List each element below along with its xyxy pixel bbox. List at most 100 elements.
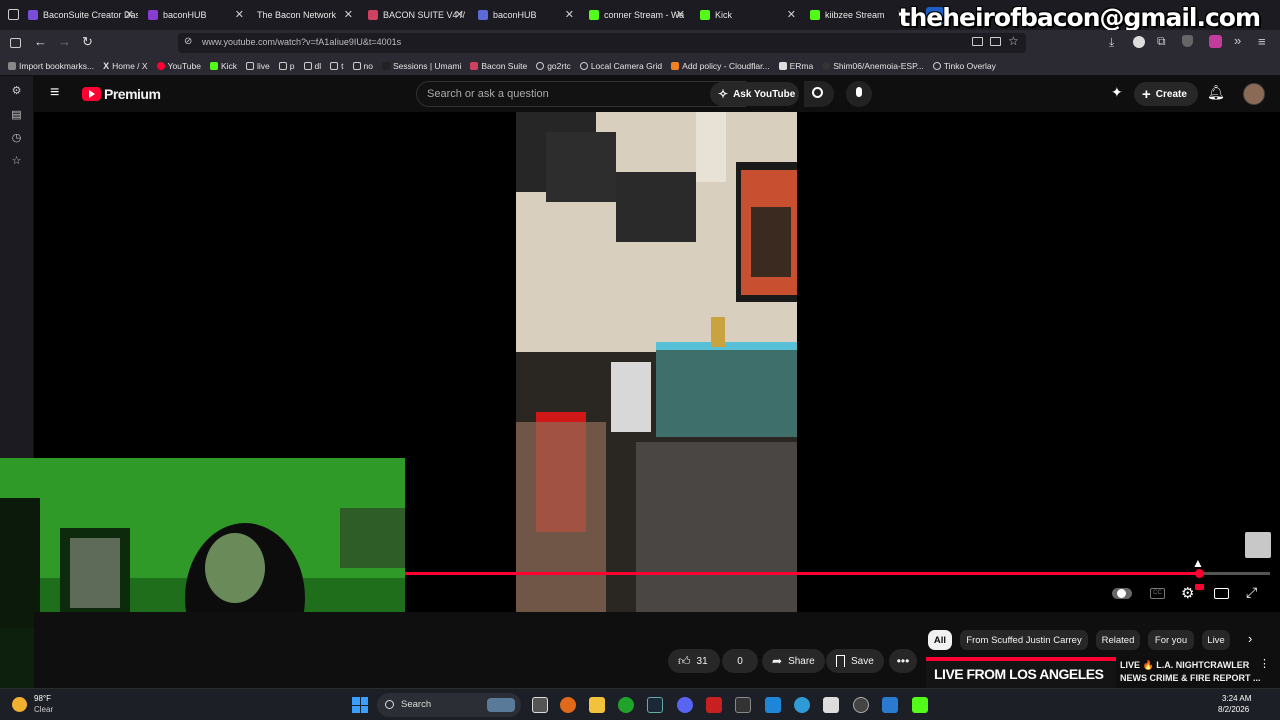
taskbar-search[interactable]: Search [377,693,521,717]
bookmark-item[interactable]: Tinko Overlay [932,61,996,71]
file-explorer-icon[interactable] [589,697,605,713]
reload-icon[interactable]: ↻ [82,34,93,50]
chip-for-you[interactable]: For you [1148,630,1194,650]
red-app-icon[interactable] [706,697,722,713]
theater-mode-icon[interactable] [1214,588,1229,599]
bookmark-folder[interactable]: no [352,61,373,71]
tab-2[interactable]: The Bacon Network ✕ [257,4,357,26]
like-button[interactable]: 👍︎ 31 [668,649,720,673]
bookmarks-icon[interactable]: ☆ [10,154,23,167]
tab-5[interactable]: conner Stream - Wa ✕ [589,4,689,26]
voice-search-button[interactable] [846,81,872,107]
recommendation-title[interactable]: LIVE 🔥 L.A. NIGHTCRAWLER NEWS CRIME & FI… [1120,659,1261,685]
close-icon[interactable]: ✕ [455,8,464,21]
recommendation-thumbnail[interactable]: LIVE FROM LOS ANGELES [926,657,1116,688]
back-icon[interactable]: ← [34,34,47,49]
recommendation-menu-icon[interactable]: ⋮ [1259,657,1270,670]
chip-all[interactable]: All [928,630,952,650]
github-desktop-icon[interactable] [853,697,869,713]
download-icon[interactable]: ⤓ [1109,35,1114,50]
edge-icon[interactable] [794,697,810,713]
history-icon[interactable]: ◷ [10,131,23,144]
close-icon[interactable]: ✕ [787,8,796,21]
chip-related[interactable]: Related [1096,630,1140,650]
bookmark-item[interactable]: ERma [778,61,813,71]
sync-tabs-icon[interactable]: ▤ [10,108,23,121]
bookmark-item[interactable]: go2rtc [536,61,571,71]
cast-icon[interactable]: ✦ [1111,84,1123,101]
bookmark-item[interactable]: Sessions | Umami [382,61,461,71]
search-button[interactable] [804,81,834,107]
vscode-icon[interactable] [765,697,781,713]
kick-app-icon[interactable] [912,697,928,713]
tab-6[interactable]: Kick ✕ [700,4,800,26]
chip-live[interactable]: Live [1202,630,1230,650]
tab-1[interactable]: baconHUB ✕ [148,4,248,26]
fullscreen-icon[interactable]: ⤢ [1246,584,1257,601]
tab-list-icon[interactable] [8,9,19,20]
windows-start-icon[interactable] [352,697,368,713]
url-text[interactable]: www.youtube.com/watch?v=fA1aIiue9IU&t=40… [202,37,401,47]
site-info-icon[interactable]: ⊘ [184,36,192,47]
bookmark-item[interactable]: Local Camera Grid [579,61,662,71]
bookmark-folder[interactable]: dl [303,61,321,71]
forward-icon[interactable]: → [58,34,71,49]
video-progress-played[interactable] [405,572,1200,575]
clock-time[interactable]: 3:24 AM [1222,694,1251,703]
settings-gear-icon[interactable]: ⚙ [1181,584,1194,602]
more-actions-button[interactable]: ••• [889,649,917,673]
tab-0[interactable]: BaconSuite Creator Dash ✕ [28,4,138,26]
bookmark-star-icon[interactable]: ☆ [1008,34,1019,48]
bookmark-item[interactable]: Kick [209,61,237,71]
steam-icon[interactable] [647,697,663,713]
xbox-icon[interactable] [618,697,634,713]
bookmark-item[interactable]: X Home / X [103,61,147,71]
discord-icon[interactable] [677,697,693,713]
bookmark-folder[interactable]: live [246,61,270,71]
notepad-icon[interactable] [823,697,839,713]
create-button[interactable]: + Create [1134,82,1198,106]
tab-4[interactable]: baconHUB ✕ [478,4,578,26]
bookmark-item[interactable]: YouTube [156,61,201,71]
bookmark-item[interactable]: Shim06/Anemoia-ESP... [822,61,924,71]
close-icon[interactable]: ✕ [125,8,134,21]
task-view-icon[interactable] [532,697,548,713]
ask-youtube-button[interactable]: ✧ Ask YouTube [710,82,799,106]
bookmark-item[interactable]: Bacon Suite [470,61,527,71]
url-bar[interactable]: ⊘ www.youtube.com/watch?v=fA1aIiue9IU&t=… [178,33,1026,53]
chip-next-chevron-icon[interactable]: › [1248,631,1252,646]
notifications-bell-icon[interactable]: 🔔︎ [1207,84,1225,101]
ai-chat-icon[interactable]: ⚙ [10,84,23,97]
shield-icon[interactable] [1182,35,1193,47]
picture-in-picture-icon[interactable] [972,37,983,46]
photos-icon[interactable] [882,697,898,713]
weather-moon-icon[interactable] [12,697,27,712]
profile-extension-icon[interactable] [1209,35,1222,48]
bookmark-folder[interactable]: t [330,61,344,71]
hamburger-menu-icon[interactable]: ≡ [50,84,59,102]
extensions-icon[interactable]: ⧉ [1157,34,1166,49]
overflow-chevron-icon[interactable]: » [1234,33,1241,48]
clock-date[interactable]: 8/2/2026 [1218,705,1249,714]
bookmark-folder[interactable]: p [278,61,295,71]
close-icon[interactable]: ✕ [344,8,353,21]
sidebar-toggle-icon[interactable] [10,38,21,48]
share-button[interactable]: ➦ Share [762,649,825,673]
close-icon[interactable]: ✕ [565,8,574,21]
tab-7[interactable]: kiibzee Stream ✕ [810,4,910,26]
close-icon[interactable]: ✕ [676,8,685,21]
bookmark-item[interactable]: Import bookmarks... [8,61,94,71]
reader-view-icon[interactable] [990,37,1001,46]
menu-icon[interactable]: ≡ [1258,34,1266,49]
chip-from-channel[interactable]: From Scuffed Justin Carrey [960,630,1088,650]
terminal-icon[interactable] [735,697,751,713]
tab-3[interactable]: BACON SUITE V4 //✕ [368,4,468,26]
extension-dark-icon[interactable] [1133,36,1145,48]
close-icon[interactable]: ✕ [235,8,244,21]
search-input[interactable]: Search or ask a question [416,81,746,107]
captions-icon[interactable]: CC [1150,588,1165,599]
channel-watermark-avatar[interactable] [1245,532,1271,558]
firefox-icon[interactable] [560,697,576,713]
avatar[interactable] [1243,83,1265,105]
youtube-logo[interactable]: Premium [82,86,161,102]
